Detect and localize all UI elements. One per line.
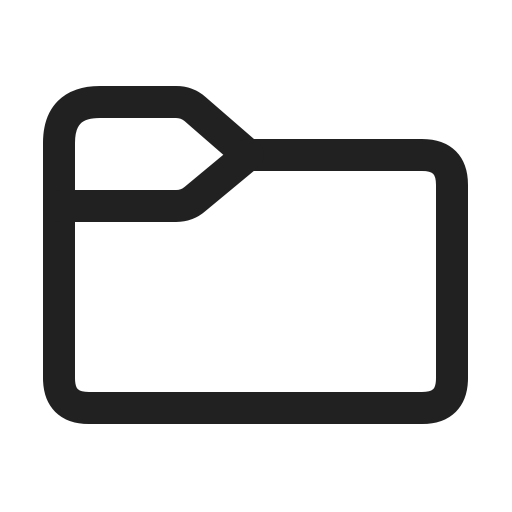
- icon-canvas: [0, 0, 512, 512]
- folder-tab-divider: [43, 139, 264, 222]
- folder-icon: [43, 86, 468, 424]
